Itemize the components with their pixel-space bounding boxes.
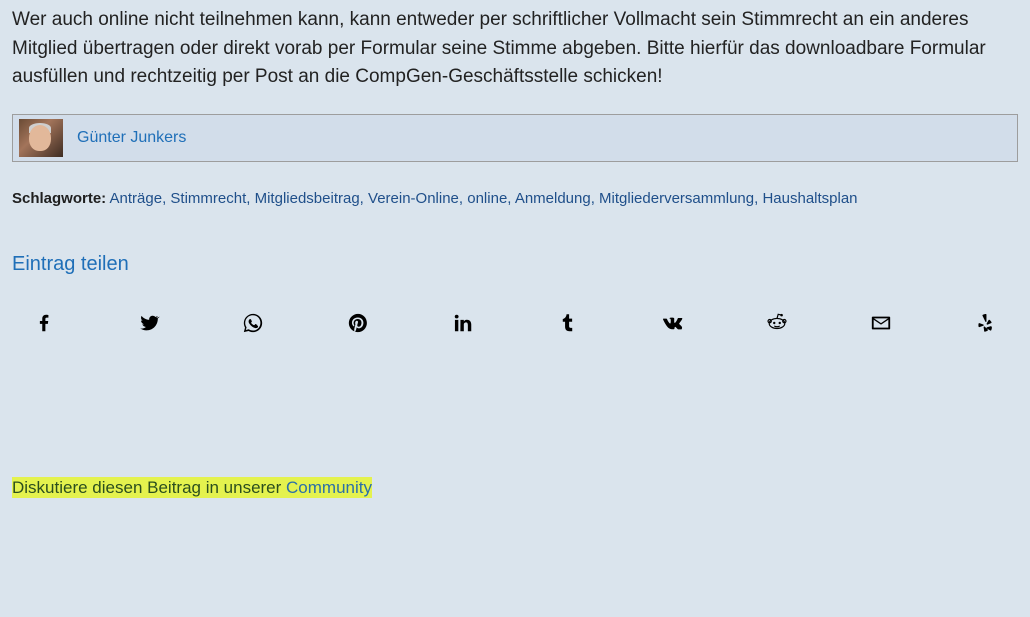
discuss-row: Diskutiere diesen Beitrag in unserer Com… <box>12 477 372 498</box>
tag-link[interactable]: Mitgliederversammlung <box>599 190 754 207</box>
twitter-icon <box>138 312 160 339</box>
tag-link[interactable]: Anträge <box>110 190 163 207</box>
share-tumblr[interactable] <box>555 314 579 338</box>
author-box: Günter Junkers <box>12 114 1018 162</box>
share-linkedin[interactable] <box>451 314 475 338</box>
tags-label: Schlagworte: <box>12 190 106 207</box>
share-mail[interactable] <box>869 314 893 338</box>
tag-link[interactable]: Haushaltsplan <box>762 190 857 207</box>
mail-icon <box>870 312 892 339</box>
tag-link[interactable]: Anmeldung <box>515 190 591 207</box>
share-heading: Eintrag teilen <box>12 253 1018 276</box>
tumblr-icon <box>556 312 578 339</box>
reddit-icon <box>766 312 788 339</box>
share-yelp[interactable] <box>974 314 998 338</box>
author-avatar <box>19 119 63 157</box>
share-facebook[interactable] <box>32 314 56 338</box>
tag-link[interactable]: Verein-Online <box>368 190 459 207</box>
tag-link[interactable]: Mitgliedsbeitrag <box>255 190 360 207</box>
yelp-icon <box>975 312 997 339</box>
body-paragraph: Wer auch online nicht teilnehmen kann, k… <box>12 6 1018 92</box>
share-twitter[interactable] <box>137 314 161 338</box>
whatsapp-icon <box>242 312 264 339</box>
discuss-prefix: Diskutiere diesen Beitrag in unserer <box>12 478 286 497</box>
tag-link[interactable]: online <box>467 190 507 207</box>
share-vk[interactable] <box>660 314 684 338</box>
author-link[interactable]: Günter Junkers <box>77 129 186 147</box>
share-pinterest[interactable] <box>346 314 370 338</box>
share-whatsapp[interactable] <box>241 314 265 338</box>
share-row <box>12 314 1018 338</box>
share-reddit[interactable] <box>765 314 789 338</box>
facebook-icon <box>33 312 55 339</box>
discuss-link[interactable]: Community <box>286 478 372 497</box>
pinterest-icon <box>347 312 369 339</box>
vk-icon <box>661 312 683 339</box>
tags-row: Schlagworte: Anträge, Stimmrecht, Mitgli… <box>12 190 1018 207</box>
linkedin-icon <box>452 312 474 339</box>
tag-link[interactable]: Stimmrecht <box>170 190 246 207</box>
